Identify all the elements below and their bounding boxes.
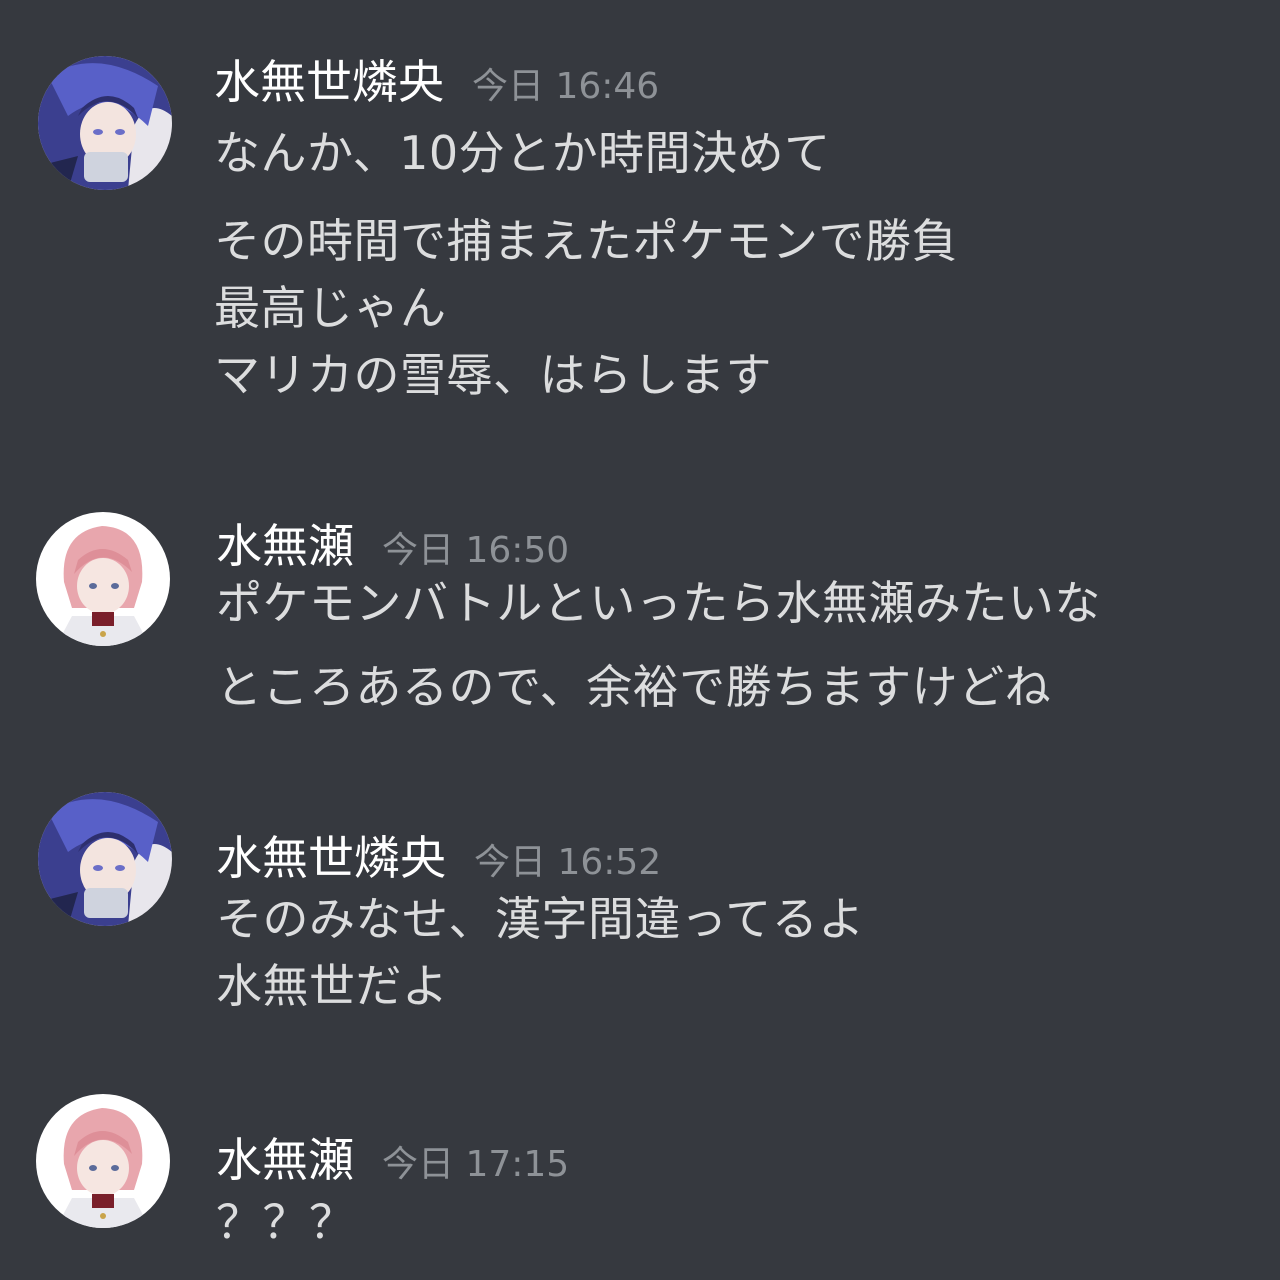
avatar[interactable] — [36, 1094, 170, 1228]
pink-haired-character-avatar-icon — [36, 512, 170, 646]
message-line: 水無世だよ — [216, 959, 449, 1013]
username[interactable]: 水無世燐央 — [216, 822, 446, 888]
message-line: 最高じゃん — [214, 281, 447, 335]
message-line: ポケモンバトルといったら水無瀬みたいな — [216, 576, 1101, 630]
username[interactable]: 水無瀬 — [216, 1124, 354, 1190]
message-line: ところあるので、余裕で勝ちますけどね — [216, 660, 1052, 714]
message-line: ？？？ — [216, 1195, 356, 1249]
avatar[interactable] — [36, 512, 170, 646]
pink-haired-character-avatar-icon — [36, 1094, 170, 1228]
timestamp: 今日 16:52 — [474, 842, 662, 883]
username[interactable]: 水無世燐央 — [214, 46, 444, 112]
timestamp: 今日 16:46 — [472, 66, 660, 107]
message-line: その時間で捕まえたポケモンで勝負 — [214, 214, 958, 268]
timestamp: 今日 17:15 — [382, 1144, 570, 1185]
avatar[interactable] — [38, 56, 172, 190]
blue-haired-character-avatar-icon — [38, 792, 172, 926]
timestamp: 今日 16:50 — [382, 530, 570, 571]
blue-haired-character-avatar-icon — [38, 56, 172, 190]
message-line: なんか、10分とか時間決めて — [214, 126, 831, 180]
message-line: そのみなせ、漢字間違ってるよ — [216, 892, 865, 946]
message-line: マリカの雪辱、はらします — [214, 348, 772, 402]
avatar[interactable] — [38, 792, 172, 926]
